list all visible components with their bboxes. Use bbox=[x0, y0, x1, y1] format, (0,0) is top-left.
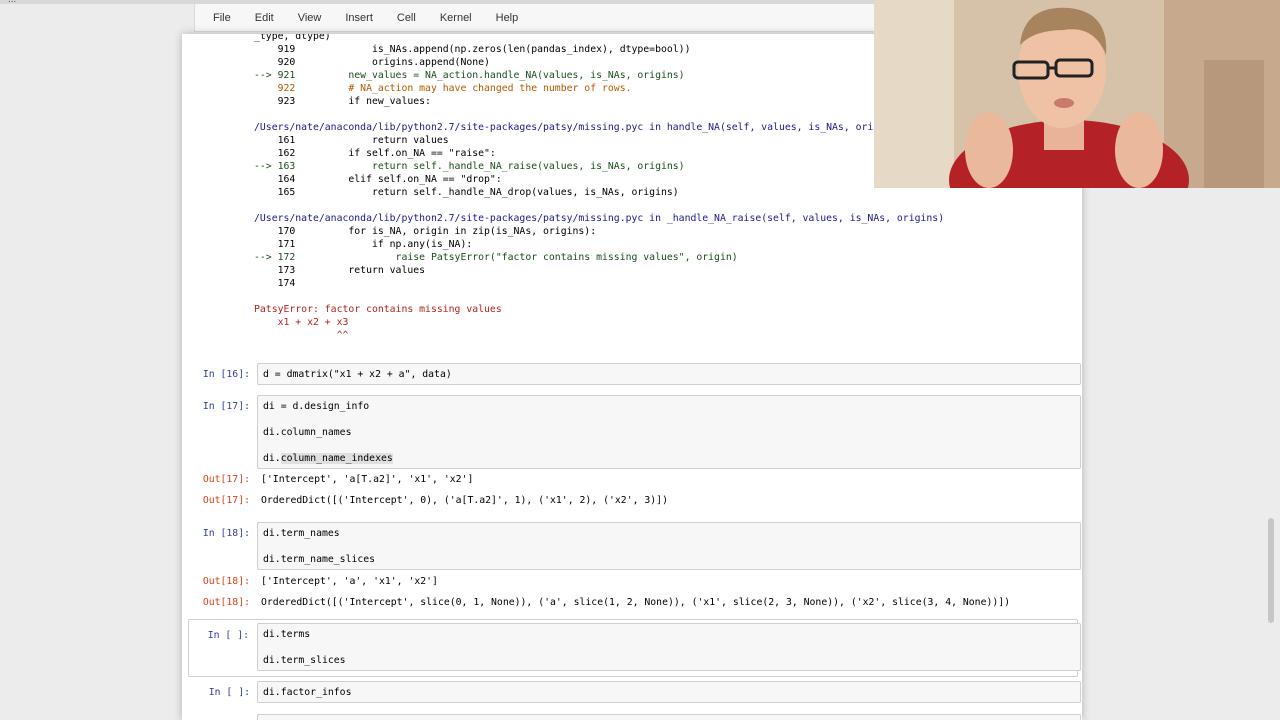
traceback-line bbox=[254, 199, 944, 212]
code-line: di.term_names bbox=[263, 528, 340, 539]
menu-file[interactable]: File bbox=[213, 12, 231, 24]
traceback-line bbox=[254, 108, 944, 121]
input-prompt: In [ ]: bbox=[207, 630, 249, 641]
traceback-line: 164 elif self.on_NA == "drop": bbox=[254, 174, 502, 185]
traceback-line: --> 163 return self._handle_NA_raise(val… bbox=[254, 161, 685, 172]
traceback-line: 174 bbox=[254, 278, 296, 289]
traceback-line: 923 if new_values: bbox=[254, 96, 431, 107]
code-line: di.terms bbox=[263, 629, 311, 640]
menu-edit[interactable]: Edit bbox=[255, 12, 274, 24]
code-prefix: di. bbox=[263, 453, 281, 464]
top-dots: ... bbox=[8, 0, 16, 5]
code-line: di.factor_infos bbox=[263, 687, 352, 698]
traceback-line: --> 172 raise PatsyError("factor contain… bbox=[254, 252, 738, 263]
code-input[interactable]: d = dmatrix("x1 + x2 + a", data) bbox=[257, 363, 1081, 385]
code-input[interactable]: di.term_names di.term_name_slices bbox=[257, 522, 1081, 570]
menu-cell[interactable]: Cell bbox=[397, 12, 416, 24]
input-prompt: In [17]: bbox=[202, 401, 250, 412]
traceback-line: _type, dtype) bbox=[254, 34, 331, 42]
menu-insert[interactable]: Insert bbox=[345, 12, 373, 24]
code-line: d = dmatrix("x1 + x2 + a", data) bbox=[263, 369, 452, 380]
code-input[interactable]: di.terms di.term_slices bbox=[257, 623, 1081, 671]
traceback-line bbox=[254, 290, 944, 303]
code-input[interactable]: di = d.design_info di.column_names di.co… bbox=[257, 395, 1081, 469]
code-cell[interactable]: In [18]: di.term_names di.term_name_slic… bbox=[190, 521, 1081, 617]
traceback-line: x1 + x2 + x3 bbox=[254, 317, 349, 328]
selected-text: column_name_indexes bbox=[280, 453, 393, 464]
traceback-line: /Users/nate/anaconda/lib/python2.7/site-… bbox=[254, 122, 903, 133]
output-prompt: Out[17]: bbox=[202, 495, 250, 506]
webcam-overlay bbox=[874, 0, 1280, 188]
output-text: OrderedDict([('Intercept', slice(0, 1, N… bbox=[261, 597, 1011, 608]
code-text: di.column_name_indexes bbox=[263, 453, 393, 464]
code-line: di.term_slices bbox=[263, 655, 346, 666]
code-cell[interactable]: In [17]: di = d.design_info di.column_na… bbox=[190, 394, 1081, 512]
menu-help[interactable]: Help bbox=[496, 12, 519, 24]
code-line-highlighted: di.column_name_indexes bbox=[263, 453, 393, 464]
output-prompt: Out[17]: bbox=[202, 474, 250, 485]
code-input[interactable]: di.factor_infos bbox=[257, 681, 1081, 703]
traceback-line: PatsyError: factor contains missing valu… bbox=[254, 304, 502, 315]
traceback-line: 922 # NA_action may have changed the num… bbox=[254, 83, 632, 94]
code-cell[interactable]: In [16]: d = dmatrix("x1 + x2 + a", data… bbox=[190, 362, 1081, 388]
code-line: di = d.design_info bbox=[263, 401, 370, 412]
output-prompt: Out[18]: bbox=[202, 597, 250, 608]
traceback-line: /Users/nate/anaconda/lib/python2.7/site-… bbox=[254, 213, 945, 224]
code-input-partial[interactable] bbox=[257, 714, 1081, 720]
output-text: ['Intercept', 'a', 'x1', 'x2'] bbox=[261, 576, 438, 587]
traceback-line: 171 if np.any(is_NA): bbox=[254, 239, 473, 250]
menu-view[interactable]: View bbox=[298, 12, 322, 24]
code-line: di.term_name_slices bbox=[263, 554, 376, 565]
traceback-line: 162 if self.on_NA == "raise": bbox=[254, 148, 496, 159]
traceback-line: --> 921 new_values = NA_action.handle_NA… bbox=[254, 70, 685, 81]
page-scrollbar[interactable] bbox=[1268, 518, 1274, 623]
traceback-line: ^^ bbox=[254, 330, 349, 341]
traceback-line: 170 for is_NA, origin in zip(is_NAs, ori… bbox=[254, 226, 597, 237]
input-prompt: In [ ]: bbox=[208, 687, 250, 698]
traceback-line: 919 is_NAs.append(np.zeros(len(pandas_in… bbox=[254, 44, 691, 55]
presenter-video bbox=[874, 0, 1280, 188]
traceback-line: 173 return values bbox=[254, 265, 426, 276]
code-line: di.column_names bbox=[263, 427, 352, 438]
traceback-output: _type, dtype) 919 is_NAs.append(np.zeros… bbox=[254, 34, 944, 342]
traceback-line: 920 origins.append(None) bbox=[254, 57, 490, 68]
code-cell[interactable]: In [ ]: di.factor_infos bbox=[190, 679, 1081, 707]
traceback-line: 161 return values bbox=[254, 135, 449, 146]
traceback-line: 165 return self._handle_NA_drop(values, … bbox=[254, 187, 679, 198]
output-prompt: Out[18]: bbox=[202, 576, 250, 587]
output-text: ['Intercept', 'a[T.a2]', 'x1', 'x2'] bbox=[261, 474, 474, 485]
menu-kernel[interactable]: Kernel bbox=[440, 12, 472, 24]
code-cell-selected[interactable]: In [ ]: di.terms di.term_slices bbox=[188, 619, 1081, 677]
output-text: OrderedDict([('Intercept', 0), ('a[T.a2]… bbox=[261, 495, 668, 506]
input-prompt: In [18]: bbox=[202, 528, 250, 539]
input-prompt: In [16]: bbox=[202, 369, 250, 380]
